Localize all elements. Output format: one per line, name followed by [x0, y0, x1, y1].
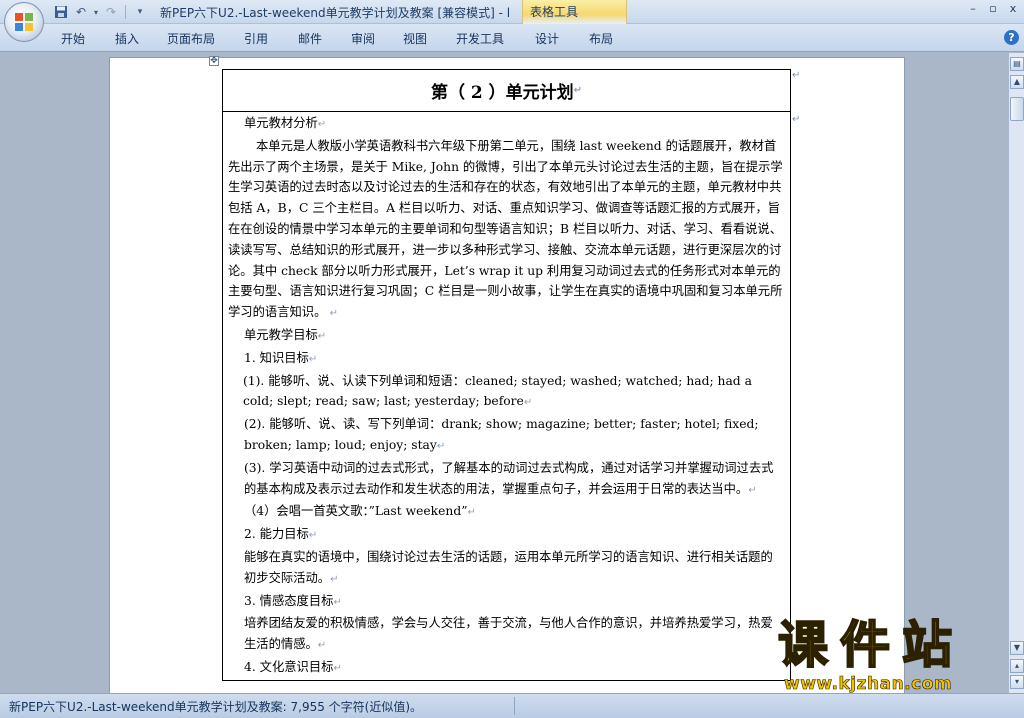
scroll-up-icon[interactable]: ▲	[1010, 75, 1024, 89]
previous-page-icon[interactable]: ▴	[1010, 659, 1024, 673]
status-text: 新PEP六下U2.-Last-weekend单元教学计划及教案: 7,955 个…	[9, 700, 423, 714]
heading-analysis: 单元教材分析↵	[244, 116, 327, 130]
goal1-item4: （4）会唱一首英文歌：”Last weekend”↵	[244, 504, 476, 519]
goal1-item2: (2). 能够听、说、读、写下列单词：drank; show; magazine…	[244, 417, 759, 452]
unit-plan-table: 第（ 2 ）单元计划 ↵ 单元教材分析↵ 本单元是人教版小学英语教科书六年级下册第…	[222, 69, 791, 681]
watermark-logo: 课件站 www.kjzhan.com	[777, 616, 1008, 698]
table-title-cell[interactable]: 第（ 2 ）单元计划 ↵	[223, 70, 790, 112]
status-separator	[514, 697, 515, 715]
ribbon-tab-row: 开始 插入 页面布局 引用 邮件 审阅 视图 开发工具 设计 布局 ?	[0, 24, 1024, 52]
vertical-scrollbar[interactable]: ▤ ▲ ▼ ▴ ▾	[1008, 53, 1024, 693]
goal1-item1: (1). 能够听、说、认读下列单词和短语：cleaned; stayed; wa…	[243, 373, 752, 409]
tab-view[interactable]: 视图	[403, 30, 427, 47]
paragraph-mark-icon: ↵	[573, 85, 583, 96]
customize-icon[interactable]: ▾	[131, 3, 149, 21]
close-button[interactable]: x	[1006, 2, 1020, 16]
table-move-handle[interactable]: ✥	[209, 56, 219, 66]
undo-dropdown-icon[interactable]: ▾	[92, 3, 100, 21]
tab-home[interactable]: 开始	[61, 30, 85, 47]
watermark-main-text: 课件站	[777, 616, 964, 674]
context-tab-label: 表格工具	[530, 5, 579, 19]
goal1-title: 1. 知识目标↵	[244, 350, 318, 365]
office-button[interactable]	[4, 2, 44, 42]
scroll-down-icon[interactable]: ▼	[1010, 641, 1024, 655]
redo-icon[interactable]: ↷	[102, 3, 120, 21]
minimize-button[interactable]: –	[966, 2, 980, 16]
table-tools-context-tab: 表格工具	[522, 0, 627, 24]
tab-design[interactable]: 设计	[535, 30, 559, 47]
table-title: 第（ 2 ）单元计划	[430, 83, 574, 103]
window-controls: – ▫ x	[966, 2, 1020, 16]
goal3-text: 培养团结友爱的积极情感，学会与人交往，善于交流，与他人合作的意识，并培养热爱学习…	[244, 616, 773, 652]
analysis-paragraph: 本单元是人教版小学英语教科书六年级下册第二单元，围绕 last weekend …	[228, 138, 783, 320]
help-button[interactable]: ?	[1004, 30, 1019, 45]
save-icon[interactable]	[52, 3, 70, 21]
next-page-icon[interactable]: ▾	[1010, 675, 1024, 689]
ruler-toggle-icon[interactable]: ▤	[1010, 57, 1024, 71]
row-end-mark-icon: ↵	[792, 114, 801, 125]
tab-mailings[interactable]: 邮件	[298, 30, 322, 47]
document-title: 新PEP六下U2.-Last-weekend单元教学计划及教案 [兼容模式] -…	[160, 6, 511, 20]
tab-review[interactable]: 审阅	[351, 30, 375, 47]
scrollbar-thumb[interactable]	[1010, 97, 1024, 121]
goal3-title: 3. 情感态度目标↵	[244, 593, 342, 608]
tab-page-layout[interactable]: 页面布局	[167, 30, 215, 47]
qat-separator	[125, 5, 126, 19]
row-end-mark-icon: ↵	[792, 70, 801, 81]
goal2-text: 能够在真实的语境中，围绕讨论过去生活的话题，运用本单元所学习的语言知识、进行相关…	[244, 549, 773, 585]
restore-button[interactable]: ▫	[986, 2, 1000, 16]
office-logo-icon	[15, 13, 33, 31]
goal2-title: 2. 能力目标↵	[244, 527, 318, 542]
watermark-url: www.kjzhan.com	[784, 674, 953, 695]
goal1-item3: (3). 学习英语中动词的过去式形式，了解基本的动词过去式构成，通过对话学习并掌…	[244, 460, 774, 496]
tab-layout[interactable]: 布局	[589, 30, 613, 47]
heading-goals: 单元教学目标↵	[244, 327, 327, 342]
table-content-cell[interactable]: 单元教材分析↵ 本单元是人教版小学英语教科书六年级下册第二单元，围绕 last …	[223, 112, 790, 680]
tab-insert[interactable]: 插入	[115, 30, 139, 47]
tab-developer[interactable]: 开发工具	[456, 30, 504, 47]
undo-icon[interactable]: ↶	[72, 3, 90, 21]
goal4-title: 4. 文化意识目标↵	[244, 659, 342, 674]
tab-references[interactable]: 引用	[244, 30, 268, 47]
quick-access-toolbar: ↶ ▾ ↷ ▾	[52, 3, 149, 21]
title-bar: ↶ ▾ ↷ ▾ 新PEP六下U2.-Last-weekend单元教学计划及教案 …	[0, 0, 1024, 24]
